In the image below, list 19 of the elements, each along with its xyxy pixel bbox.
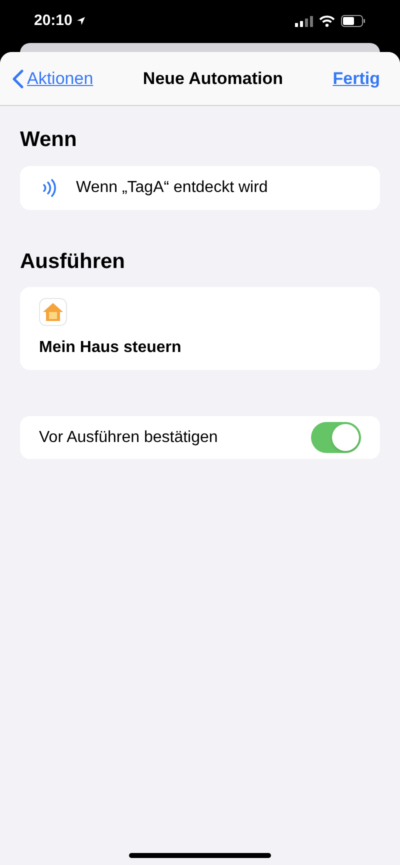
back-button[interactable]: Aktionen: [12, 66, 94, 92]
trigger-text: Wenn „TagA“ entdeckt wird: [76, 178, 268, 198]
nav-title: Neue Automation: [142, 68, 284, 90]
chevron-left-icon: [12, 68, 24, 88]
signal-icon: [295, 16, 313, 26]
home-app-icon: [39, 298, 67, 326]
trigger-card[interactable]: Wenn „TagA“ entdeckt wird: [20, 166, 380, 210]
section-heading: Wenn: [20, 127, 78, 153]
done-button[interactable]: Fertig: [332, 66, 388, 92]
confirm-toggle[interactable]: [311, 422, 361, 453]
location-icon: [76, 16, 86, 26]
wifi-icon: [319, 15, 335, 27]
action-text: Mein Haus steuern: [39, 338, 182, 358]
action-card[interactable]: Mein Haus steuern: [20, 287, 380, 370]
section-heading: Ausführen: [20, 248, 126, 274]
status-time: 20:10: [34, 10, 72, 31]
battery-icon: [341, 15, 366, 27]
confirm-label: Vor Ausführen bestätigen: [39, 428, 218, 448]
nfc-icon: [42, 178, 58, 196]
